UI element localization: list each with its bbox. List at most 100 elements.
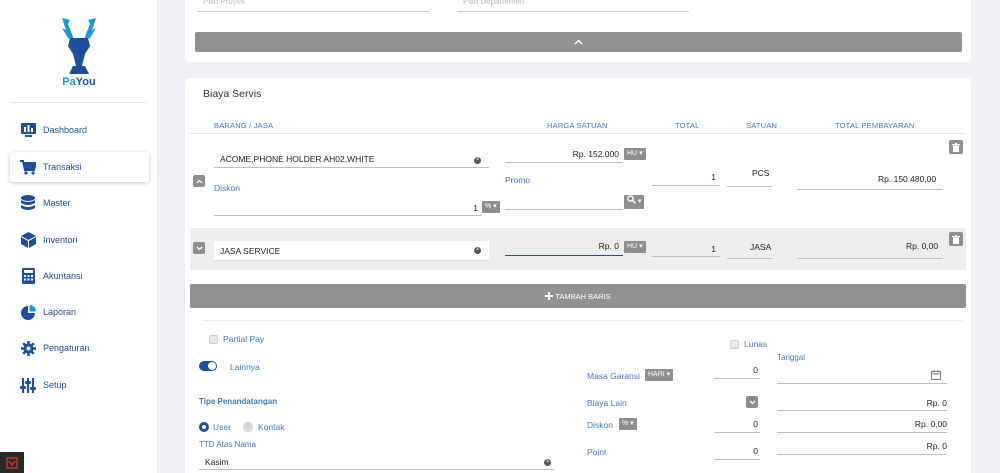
clear-icon[interactable]: × [474,247,481,254]
sidebar-item-label: Setup [43,380,67,390]
expand-row-button[interactable] [193,242,205,254]
ttd-value: Kasim [205,457,229,467]
clear-icon[interactable]: × [474,157,481,164]
diskon-percent-input[interactable]: 0 [714,417,760,433]
tipe-penandatangan-label: Tipe Penandatangan [199,397,278,406]
point-qty-input[interactable]: 0 [714,444,760,460]
chevron-up-icon [574,39,583,45]
sidebar-item-label: Akuntansi [43,271,83,281]
item-select[interactable]: ACOME,PHONE HOLDER AH02,WHITE × [214,152,489,168]
calculator-icon [20,268,36,284]
partial-pay-label: Partial Pay [223,334,265,344]
satuan-value: JASA [750,242,772,252]
point-amount-input[interactable]: Rp. 0 [777,439,947,455]
user-radio-label: User [213,422,231,432]
sidebar-item-label: Dashboard [43,125,88,135]
trash-icon [952,142,960,152]
qty-value: 1 [711,244,716,254]
kontak-radio[interactable] [243,422,253,432]
biaya-lain-input[interactable]: Rp. 0 [777,395,947,411]
sidebar-item-master[interactable]: Master [10,188,149,218]
brand-name: PaYou [62,76,96,88]
cart-icon [20,159,36,175]
diskon-amount-value: Rp. 0,00 [914,419,947,429]
masa-garansi-value: 0 [753,365,758,375]
promo-input[interactable] [505,194,623,210]
box-icon [20,232,36,248]
item-select[interactable]: JASA SERVICE × [214,241,489,261]
unit-dropdown[interactable]: HU ▾ [624,148,646,160]
diskon-value: 1 [473,203,478,213]
total-underline [797,258,943,259]
header-divider [190,133,966,134]
point-label: Point [587,447,607,457]
col-header-barang: BARANG / JASA [214,121,274,130]
partial-pay-checkbox[interactable] [209,335,218,344]
sidebar-item-laporan[interactable]: Laporan [10,297,149,327]
sidebar-item-label: Inventori [43,235,78,245]
biaya-lain-label: Biaya Lain [587,398,627,408]
promo-search-button[interactable]: ▾ [624,195,645,209]
diskon-type-dropdown[interactable]: % ▾ [482,201,500,213]
chevron-down-icon [196,246,202,250]
collapse-row-button[interactable] [193,175,205,187]
lainnya-label: Lainnya [230,362,260,372]
clear-icon[interactable]: × [544,459,551,466]
calendar-icon[interactable] [931,370,941,380]
satuan-underline [727,186,772,187]
plus-icon [545,292,554,300]
user-radio[interactable] [199,422,209,432]
diskon-label: Diskon [214,183,240,193]
sliders-icon [20,377,36,393]
biaya-lain-value: Rp. 0 [926,398,947,408]
qty-input[interactable]: 1 [652,241,720,257]
qty-input[interactable]: 1 [652,170,720,186]
item-name: ACOME,PHONE HOLDER AH02,WHITE [220,154,375,164]
chevron-down-icon [749,400,755,404]
collapse-button[interactable] [195,32,962,52]
masa-garansi-dropdown[interactable]: HARI ▾ [645,369,674,381]
lunas-checkbox[interactable] [730,340,739,349]
biaya-lain-expand-button[interactable] [746,396,758,408]
pie-chart-icon [20,304,36,320]
database-icon [20,195,36,211]
delete-row-button[interactable] [949,232,963,246]
departemen-select[interactable]: Pilih Departemen [457,0,689,12]
sidebar-item-akuntansi[interactable]: Akuntansi [10,261,149,291]
proyek-select[interactable]: Pilih Proyek [197,0,429,12]
sidebar-item-dashboard[interactable]: Dashboard [10,115,149,145]
unit-dropdown[interactable]: HU ▾ [624,241,646,253]
gear-icon [20,340,36,356]
trash-icon [952,234,960,244]
corner-app-icon [0,452,24,473]
diskon-type-dropdown[interactable]: % ▾ [619,418,637,430]
harga-input[interactable]: Rp. 152.000 [505,147,623,163]
add-row-button[interactable]: TAMBAH BARIS [190,284,966,308]
sidebar: PaYou Dashboard Transaksi Master Invento… [0,0,158,473]
lainnya-toggle[interactable] [199,361,217,371]
diskon-percent-value: 0 [753,419,758,429]
section-title: Biaya Servis [203,88,262,100]
sidebar-item-pengaturan[interactable]: Pengaturan [10,333,149,363]
sidebar-item-transaksi[interactable]: Transaksi [10,152,149,182]
tanggal-input[interactable] [777,368,947,384]
col-header-satuan: SATUAN [746,121,778,130]
diskon-label: Diskon [587,420,613,430]
sidebar-item-label: Laporan [43,307,77,317]
sidebar-item-inventori[interactable]: Inventori [10,225,149,255]
satuan-underline [727,258,772,259]
promo-label: Promo [505,175,531,185]
footer-divider [203,320,963,321]
col-header-pembayaran: TOTAL PEMBAYARAN [835,121,915,130]
masa-garansi-input[interactable]: 0 [714,363,760,379]
sidebar-item-label: Transaksi [43,162,82,172]
total-value: Rp. 150.480,00 [878,174,937,184]
col-header-total: TOTAL [675,121,700,130]
diskon-amount-input[interactable]: Rp. 0,00 [777,417,947,433]
ttd-select[interactable]: Kasim × [199,454,554,470]
total-value: Rp. 0,00 [906,241,939,251]
harga-input[interactable]: Rp. 0 [505,240,623,256]
delete-row-button[interactable] [949,140,963,154]
diskon-input[interactable]: 1 [214,200,482,216]
sidebar-item-setup[interactable]: Setup [10,370,149,400]
